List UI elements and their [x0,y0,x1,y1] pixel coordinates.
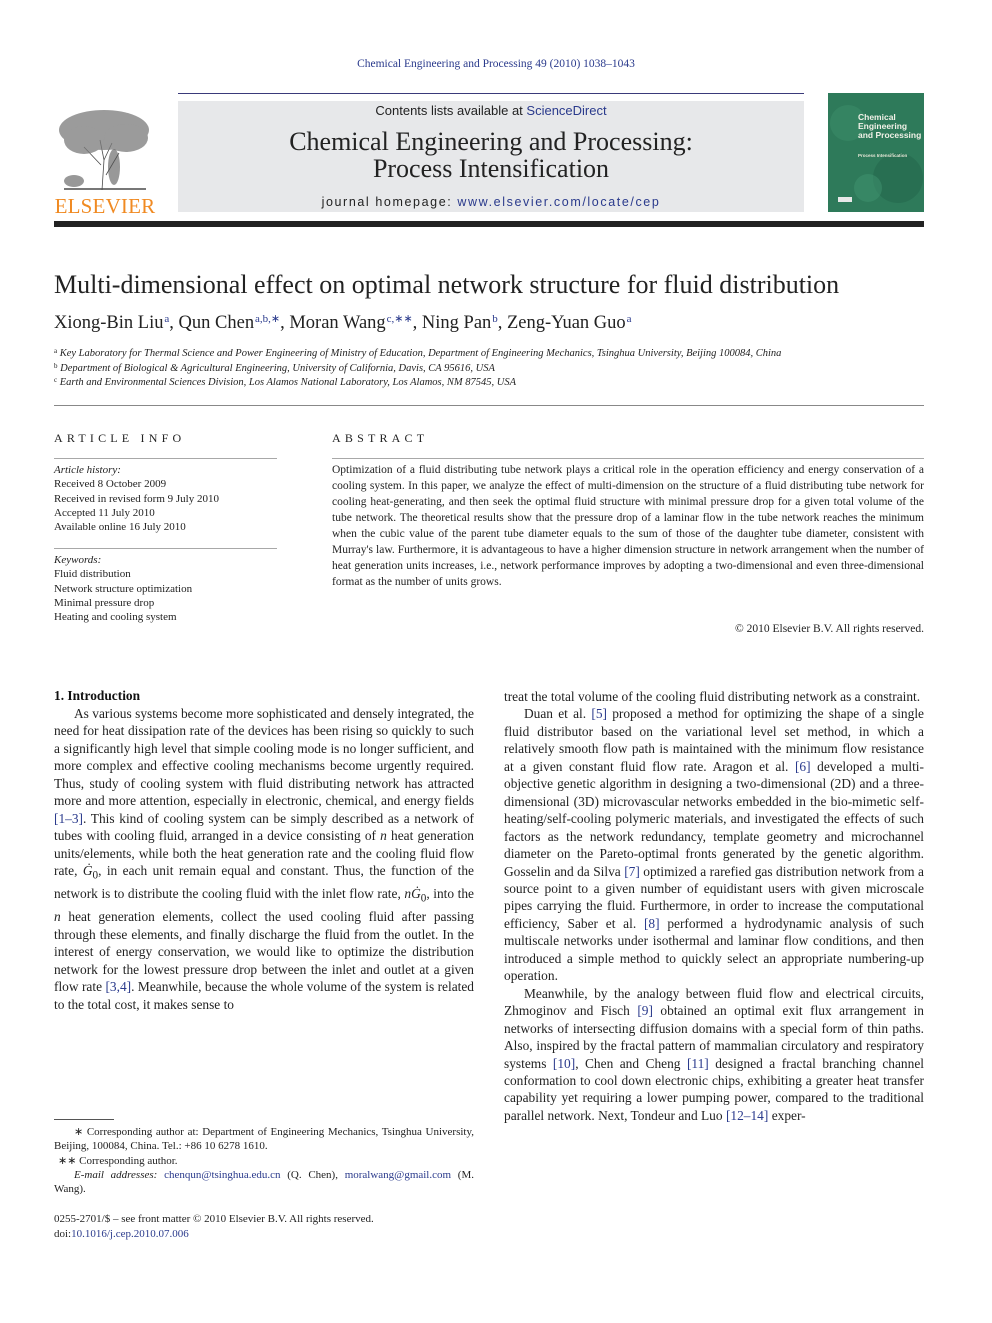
paragraph: Duan et al. [5] proposed a method for op… [504,706,924,984]
citation-link[interactable]: [8] [644,916,660,931]
keywords: Keywords: Fluid distribution Network str… [54,553,192,624]
journal-title-line1: Chemical Engineering and Processing: [289,127,693,156]
abstract-text: Optimization of a fluid distributing tub… [332,464,924,588]
journal-cover-image[interactable]: Chemical Engineering and Processing Proc… [828,93,924,212]
journal-homepage-line: journal homepage: www.elsevier.com/locat… [178,195,804,209]
author-name[interactable]: Ning Pan [422,313,491,333]
email-link[interactable]: chenqun@tsinghua.edu.cn [164,1169,280,1181]
journal-title-line2: Process Intensification [372,154,610,183]
section-divider [54,405,924,406]
cover-subtitle: Process Intensification [858,153,908,158]
citation-link[interactable]: [6] [795,759,811,774]
keyword: Minimal pressure drop [54,596,155,609]
citation-link[interactable]: [5] [591,706,607,721]
keywords-label: Keywords: [54,554,102,566]
author-name[interactable]: Qun Chen [179,313,255,333]
citation-link[interactable]: [11] [687,1056,709,1071]
author-name[interactable]: Moran Wang [289,313,385,333]
footnote-corresponding-author: ∗ Corresponding author at: Department of… [54,1126,474,1153]
doi-link[interactable]: 10.1016/j.cep.2010.07.006 [71,1228,189,1240]
paragraph: Meanwhile, by the analogy between fluid … [504,985,924,1123]
affiliation: c Earth and Environmental Sciences Divis… [54,376,517,388]
footnotes: ∗ Corresponding author at: Department of… [54,1125,474,1196]
history-item: Available online 16 July 2010 [54,521,186,534]
elsevier-wordmark: ELSEVIER [54,194,156,218]
article-history: Article history: Received 8 October 2009… [54,463,219,534]
author-list: Xiong-Bin Liu a, Qun Chen a,b,∗, Moran W… [54,313,632,333]
citation-link[interactable]: [3,4] [105,979,131,994]
section-heading-introduction: 1. Introduction [54,688,141,703]
contents-available-line: Contents lists available at ScienceDirec… [178,103,804,118]
keywords-rule [54,548,277,549]
citation-link[interactable]: [1–3] [54,811,83,826]
masthead-top-rule [178,93,804,94]
history-item: Accepted 11 July 2010 [54,506,155,519]
contents-prefix: Contents lists available at [375,103,527,118]
article-info-rule [54,458,277,459]
article-info-heading: ARTICLE INFO [54,431,186,445]
sciencedirect-link[interactable]: ScienceDirect [526,103,606,118]
doi-line: doi:10.1016/j.cep.2010.07.006 [54,1227,189,1240]
footnote-corresponding-author-2: ∗∗ Corresponding author. [58,1154,178,1167]
author-name[interactable]: Zeng-Yuan Guo [507,313,626,333]
author-affiliation-mark[interactable]: c,∗∗ [386,313,413,325]
author-affiliation-mark[interactable]: a,b,∗ [254,313,280,325]
header-divider [54,221,924,227]
keyword: Heating and cooling system [54,611,177,624]
paper-title: Multi-dimensional effect on optimal netw… [54,270,840,299]
citation-link[interactable]: [10] [553,1056,575,1071]
history-label: Article history: [54,464,121,476]
abstract-rule [332,458,924,459]
cover-title: Chemical Engineering and Processing [858,112,922,140]
author-affiliation-mark[interactable]: a [163,313,169,325]
body-column-right: treat the total volume of the cooling fl… [504,688,924,1124]
author-affiliation-mark[interactable]: b [491,313,498,325]
affiliation: a Key Laboratory for Thermal Science and… [54,347,782,359]
affiliation: b Department of Biological & Agricultura… [54,362,495,374]
journal-homepage-link[interactable]: www.elsevier.com/locate/cep [457,195,660,209]
history-item: Received in revised form 9 July 2010 [54,492,219,505]
issn-line: 0255-2701/$ – see front matter © 2010 El… [54,1213,374,1225]
journal-citation-link[interactable]: Chemical Engineering and Processing 49 (… [0,58,992,70]
footnote-rule [54,1119,114,1120]
homepage-prefix: journal homepage: [321,195,458,209]
email-link[interactable]: moralwang@gmail.com [345,1169,451,1181]
journal-title: Chemical Engineering and Processing: Pro… [178,128,804,182]
author-affiliation-mark[interactable]: a [626,313,632,325]
author-name[interactable]: Xiong-Bin Liu [54,313,163,333]
copyright-notice: © 2010 Elsevier B.V. All rights reserved… [735,623,924,635]
body-column-left: As various systems become more sophistic… [54,705,474,1013]
paragraph: treat the total volume of the cooling fl… [504,689,921,704]
history-item: Received 8 October 2009 [54,478,167,491]
paragraph: As various systems become more sophistic… [54,706,475,1012]
abstract-heading: ABSTRACT [332,431,429,445]
keyword: Network structure optimization [54,582,193,595]
keyword: Fluid distribution [54,568,131,581]
citation-link[interactable]: [7] [624,864,640,879]
front-matter: 0255-2701/$ – see front matter © 2010 El… [54,1212,374,1241]
citation-link[interactable]: [12–14] [726,1108,768,1123]
footnote-emails: E-mail addresses: chenqun@tsinghua.edu.c… [54,1168,474,1196]
citation-link[interactable]: [9] [637,1003,653,1018]
